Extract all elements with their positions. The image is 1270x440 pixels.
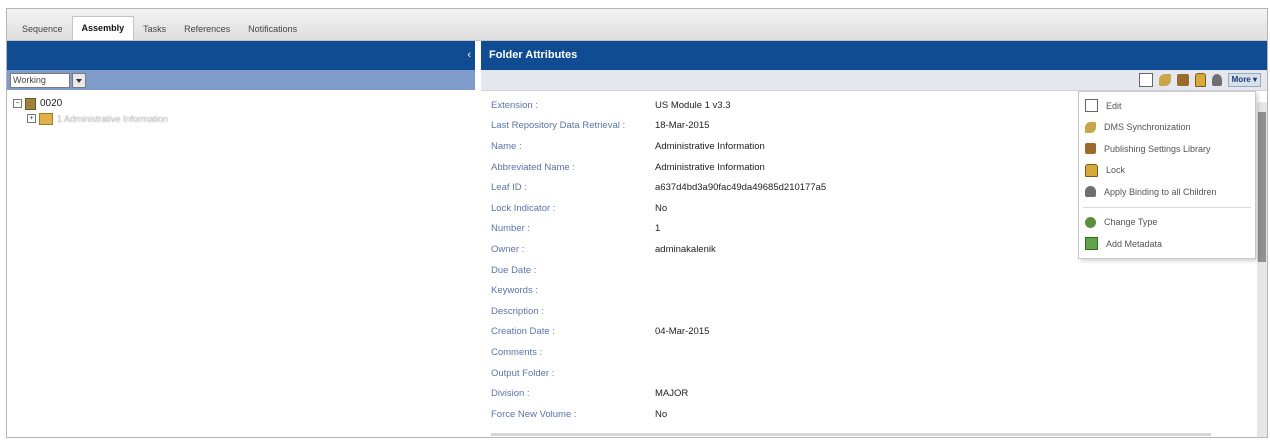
publishing-icon <box>1085 143 1096 155</box>
attribute-label: Comments : <box>491 346 543 358</box>
menu-item-label: Change Type <box>1104 217 1158 228</box>
menu-item-label: Apply Binding to all Children <box>1104 186 1217 197</box>
attribute-label: Leaf ID : <box>491 182 527 194</box>
publishing-icon[interactable] <box>1176 74 1189 86</box>
menu-item-edit[interactable]: Edit <box>1079 95 1255 117</box>
horizontal-scrollbar[interactable] <box>491 433 1211 436</box>
dropdown-arrow-icon[interactable] <box>72 72 86 88</box>
more-button[interactable]: More ▾ <box>1227 73 1261 87</box>
menu-item-label: Add Metadata <box>1106 238 1163 249</box>
collapse-node-icon[interactable]: − <box>13 99 22 108</box>
attribute-value: adminakalenik <box>655 243 716 255</box>
tree-node-root[interactable]: − 0020 <box>13 96 475 111</box>
menu-item-add-metadata[interactable]: Add Metadata <box>1079 233 1255 255</box>
attribute-label: Lock Indicator : <box>491 202 556 214</box>
book-icon <box>25 97 36 110</box>
change-type-icon <box>1085 216 1096 228</box>
edit-icon[interactable] <box>1138 73 1153 87</box>
attribute-value: No <box>655 202 668 214</box>
attribute-value: 04-Mar-2015 <box>655 326 710 338</box>
attribute-row: Creation Date : 04-Mar-2015 <box>481 322 1267 343</box>
tab-notifications[interactable]: Notifications <box>239 18 306 40</box>
attribute-value: 1 <box>655 223 661 235</box>
attribute-value: 18-Mar-2015 <box>655 120 710 132</box>
attribute-label: Extension : <box>491 99 538 111</box>
attribute-label: Abbreviated Name : <box>491 161 575 173</box>
sync-icon <box>1085 121 1096 133</box>
folder-icon <box>39 112 53 125</box>
menu-item-label: Publishing Settings Library <box>1104 143 1211 154</box>
tree-node-label[interactable]: 0020 <box>40 98 62 109</box>
attribute-label: Name : <box>491 140 522 152</box>
collapse-arrow-icon[interactable]: ‹ <box>467 49 471 61</box>
left-pane-header: ‹ <box>7 41 475 70</box>
vertical-scrollbar[interactable] <box>1257 102 1267 437</box>
lock-icon <box>1085 163 1098 177</box>
attribute-value: Administrative Information <box>655 161 765 173</box>
add-metadata-icon <box>1085 237 1098 251</box>
expand-node-icon[interactable]: + <box>27 114 36 123</box>
attribute-row: Comments : <box>481 342 1267 363</box>
tab-bar: Sequence Assembly Tasks References Notif… <box>7 9 1267 41</box>
attribute-label: Output Folder : <box>491 367 555 379</box>
folder-attributes-title: Folder Attributes <box>481 41 1267 70</box>
attribute-label: Description : <box>491 305 544 317</box>
tab-assembly[interactable]: Assembly <box>71 16 135 40</box>
menu-item-lock[interactable]: Lock <box>1079 160 1255 182</box>
filter-toolbar: Working <box>7 70 475 90</box>
menu-item-label: Lock <box>1106 165 1126 176</box>
attribute-value: a637d4bd3a90fac49da49685d210177a5 <box>655 182 827 194</box>
attribute-label: Creation Date : <box>491 326 555 338</box>
attribute-row: Due Date : <box>481 260 1267 281</box>
attribute-label: Keywords : <box>491 285 538 297</box>
lock-icon[interactable] <box>1194 73 1206 87</box>
tab-sequence[interactable]: Sequence <box>13 18 72 40</box>
menu-item-dms-sync[interactable]: DMS Synchronization <box>1079 117 1255 139</box>
binding-icon[interactable] <box>1211 74 1222 86</box>
scrollbar-thumb[interactable] <box>1258 112 1266 262</box>
menu-item-label: DMS Synchronization <box>1104 122 1191 133</box>
tab-tasks[interactable]: Tasks <box>134 18 175 40</box>
menu-item-publishing-settings[interactable]: Publishing Settings Library <box>1079 138 1255 160</box>
menu-item-change-type[interactable]: Change Type <box>1079 212 1255 234</box>
tab-references[interactable]: References <box>175 18 239 40</box>
attribute-row: Keywords : <box>481 280 1267 301</box>
attribute-row: Force New Volume : No <box>481 404 1267 425</box>
binding-icon <box>1085 186 1096 198</box>
more-dropdown-menu: Edit DMS Synchronization Publishing Sett… <box>1078 91 1256 259</box>
attribute-label: Due Date : <box>491 264 537 276</box>
attribute-label: Division : <box>491 388 530 400</box>
menu-item-label: Edit <box>1106 100 1122 111</box>
attributes-toolbar: More ▾ <box>481 70 1267 91</box>
attribute-label: Last Repository Data Retrieval : <box>491 120 626 132</box>
attribute-row: Output Folder : <box>481 363 1267 384</box>
attribute-row: Division : MAJOR <box>481 383 1267 404</box>
menu-item-apply-binding[interactable]: Apply Binding to all Children <box>1079 181 1255 203</box>
attribute-value: Administrative Information <box>655 140 765 152</box>
attribute-value: MAJOR <box>655 388 689 400</box>
attribute-label: Number : <box>491 223 531 235</box>
attribute-value: US Module 1 v3.3 <box>655 99 731 111</box>
menu-separator <box>1083 206 1251 208</box>
attribute-label: Force New Volume : <box>491 408 577 420</box>
working-filter-select[interactable]: Working <box>10 72 70 88</box>
assembly-tree: − 0020 + 1 Administrative Information <box>7 90 475 126</box>
left-pane: ‹ Working − 0020 + 1 Administrative Info… <box>7 41 475 437</box>
attribute-row: Description : <box>481 301 1267 322</box>
attribute-label: Owner : <box>491 243 525 255</box>
edit-icon <box>1085 99 1098 113</box>
sync-icon[interactable] <box>1158 74 1171 86</box>
tree-node-child[interactable]: + 1 Administrative Information <box>13 111 475 126</box>
attribute-value: No <box>655 408 668 420</box>
tree-node-label[interactable]: 1 Administrative Information <box>57 114 168 124</box>
